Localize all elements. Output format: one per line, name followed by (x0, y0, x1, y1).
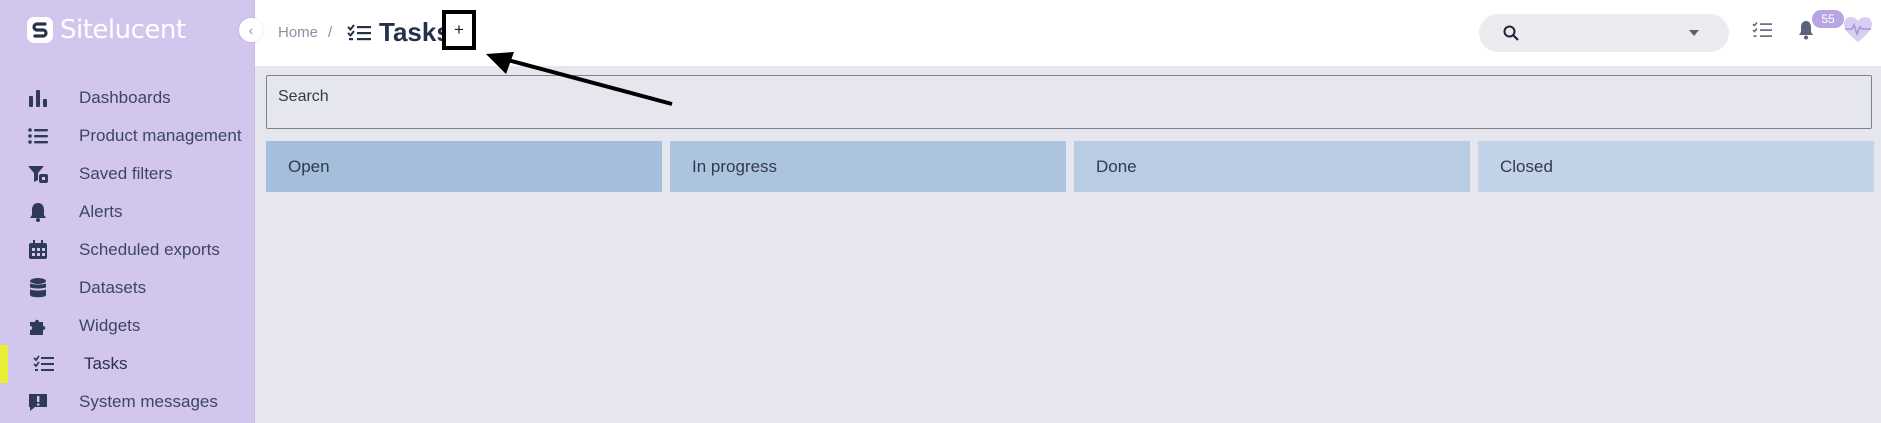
brand-name: Sitelucent (60, 15, 186, 45)
column-done[interactable]: Done (1074, 141, 1470, 192)
sidebar-nav: Dashboards Product management Saved filt… (0, 79, 254, 421)
tasks-shortcut-icon[interactable] (1752, 21, 1772, 39)
column-header-label: Open (288, 156, 330, 176)
sidebar-item-scheduled-exports[interactable]: Scheduled exports (0, 231, 254, 269)
database-icon (30, 278, 46, 298)
column-header-label: Done (1096, 156, 1137, 176)
checklist-icon (347, 24, 371, 41)
sidebar-item-label: System messages (79, 392, 218, 411)
column-open[interactable]: Open (266, 141, 662, 192)
breadcrumb-separator: / (328, 24, 333, 41)
sidebar-item-label: Product management (79, 126, 242, 145)
collapse-sidebar-button[interactable]: ‹ (239, 18, 263, 42)
column-in-progress[interactable]: In progress (670, 141, 1066, 192)
sidebar-item-widgets[interactable]: Widgets (0, 307, 254, 345)
checklist-icon (33, 355, 54, 371)
sidebar-item-label: Saved filters (79, 164, 173, 183)
global-search-input[interactable] (1479, 14, 1729, 52)
breadcrumb-home[interactable]: Home (278, 24, 318, 41)
chevron-down-icon[interactable] (1689, 30, 1699, 36)
sidebar-item-label: Dashboards (79, 88, 171, 107)
sidebar-item-saved-filters[interactable]: Saved filters (0, 155, 254, 193)
chevron-left-icon: ‹ (248, 22, 254, 38)
sidebar-item-product-management[interactable]: Product management (0, 117, 254, 155)
task-search-label: Search (278, 88, 329, 105)
notifications-count-badge: 55 (1812, 10, 1844, 28)
annotation-arrow (486, 52, 673, 106)
brand-logo[interactable]: Sitelucent (26, 12, 186, 48)
sidebar-item-label: Datasets (79, 278, 147, 297)
active-indicator (0, 345, 8, 383)
sidebar-item-label: Scheduled exports (79, 240, 220, 259)
sidebar-item-alerts[interactable]: Alerts (0, 193, 254, 231)
sidebar-item-tasks[interactable]: Tasks (0, 345, 254, 383)
message-alert-icon (29, 394, 47, 411)
sidebar-item-system-messages[interactable]: System messages (0, 383, 254, 421)
sidebar-item-label: Widgets (79, 316, 141, 335)
column-closed[interactable]: Closed (1478, 141, 1874, 192)
column-header-label: In progress (692, 156, 778, 176)
puzzle-icon (30, 319, 46, 335)
sidebar-item-label: Alerts (79, 202, 123, 221)
add-label: + (454, 20, 464, 39)
search-icon (1503, 25, 1519, 41)
sidebar-item-dashboards[interactable]: Dashboards (0, 79, 254, 117)
list-icon (28, 128, 48, 144)
heart-pulse-icon[interactable] (1843, 16, 1873, 44)
logo-icon (27, 17, 53, 43)
sidebar-item-datasets[interactable]: Datasets (0, 269, 254, 307)
add-task-button[interactable]: + (442, 10, 476, 50)
saved-filter-icon (28, 166, 48, 183)
page-title: Tasks (379, 17, 451, 47)
bell-icon (30, 203, 46, 222)
calendar-icon (29, 240, 47, 259)
sidebar-item-label: Tasks (84, 354, 128, 373)
column-header-label: Closed (1500, 156, 1553, 176)
sidebar: Sitelucent ‹ Dashboards Product manageme… (0, 0, 263, 423)
bar-chart-icon (29, 90, 47, 107)
